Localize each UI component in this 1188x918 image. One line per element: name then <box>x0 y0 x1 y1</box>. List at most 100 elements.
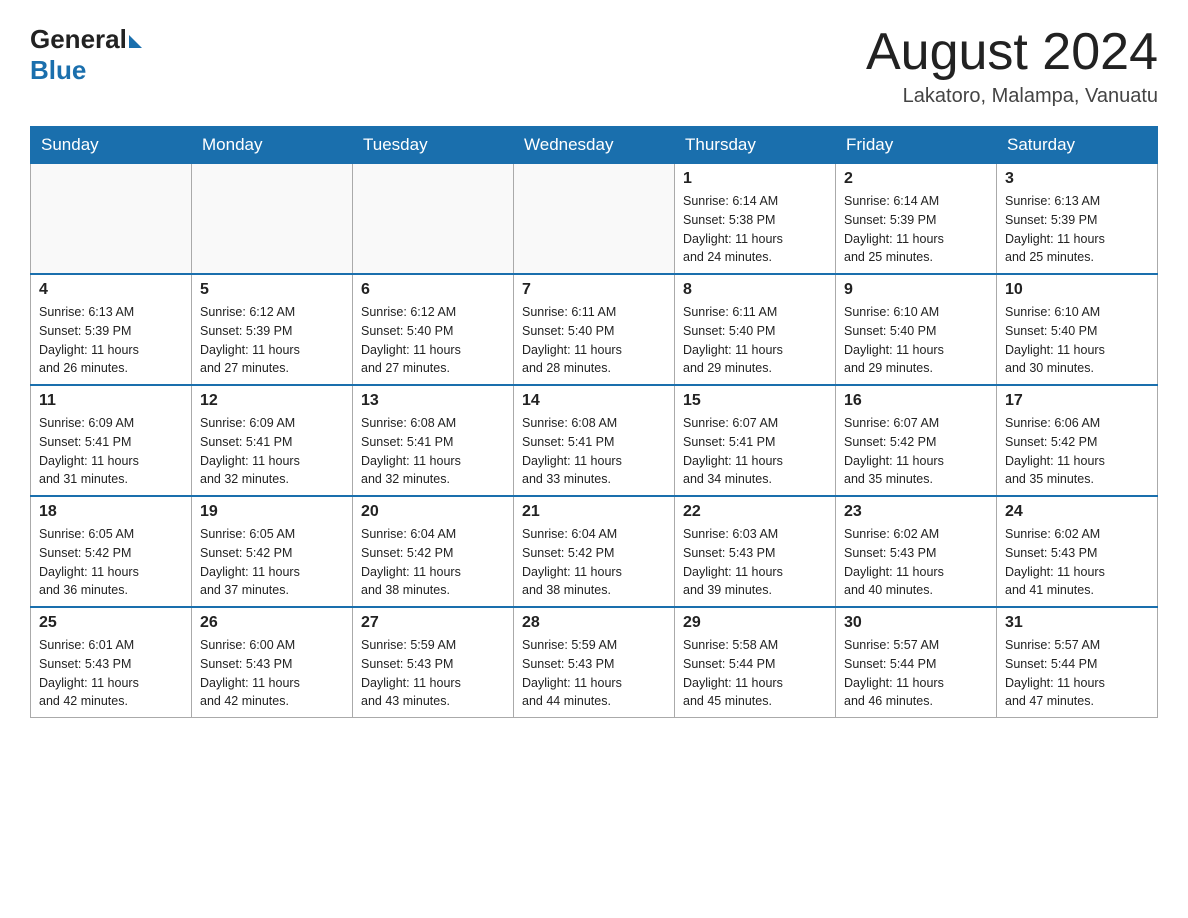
day-number: 30 <box>844 614 988 632</box>
day-number: 21 <box>522 503 666 521</box>
day-number: 7 <box>522 281 666 299</box>
day-number: 31 <box>1005 614 1149 632</box>
logo-general-text: General <box>30 24 127 55</box>
day-sun-info: Sunrise: 6:10 AM Sunset: 5:40 PM Dayligh… <box>844 303 988 378</box>
day-number: 16 <box>844 392 988 410</box>
logo-triangle-icon <box>129 35 142 48</box>
calendar-week-row: 11Sunrise: 6:09 AM Sunset: 5:41 PM Dayli… <box>31 385 1158 496</box>
month-year-title: August 2024 <box>866 24 1158 81</box>
day-number: 25 <box>39 614 183 632</box>
weekday-header-row: SundayMondayTuesdayWednesdayThursdayFrid… <box>31 127 1158 164</box>
day-number: 22 <box>683 503 827 521</box>
day-sun-info: Sunrise: 6:05 AM Sunset: 5:42 PM Dayligh… <box>200 525 344 600</box>
day-sun-info: Sunrise: 6:11 AM Sunset: 5:40 PM Dayligh… <box>522 303 666 378</box>
day-sun-info: Sunrise: 6:09 AM Sunset: 5:41 PM Dayligh… <box>200 414 344 489</box>
calendar-day-cell: 29 Sunrise: 5:58 AM Sunset: 5:44 PM Dayli… <box>675 607 836 718</box>
calendar-day-cell: 3Sunrise: 6:13 AM Sunset: 5:39 PM Daylig… <box>997 164 1158 275</box>
logo-blue-text: Blue <box>30 55 86 86</box>
location-subtitle: Lakatoro, Malampa, Vanuatu <box>866 85 1158 108</box>
day-number: 3 <box>1005 170 1149 188</box>
day-sun-info: Sunrise: 6:00 AM Sunset: 5:43 PM Dayligh… <box>200 636 344 711</box>
weekday-header-monday: Monday <box>192 127 353 164</box>
day-sun-info: Sunrise: 6:10 AM Sunset: 5:40 PM Dayligh… <box>1005 303 1149 378</box>
calendar-day-cell: 21 Sunrise: 6:04 AM Sunset: 5:42 PM Dayli… <box>514 496 675 607</box>
calendar-day-cell: 12 Sunrise: 6:09 AM Sunset: 5:41 PM Dayli… <box>192 385 353 496</box>
calendar-day-cell: 6Sunrise: 6:12 AM Sunset: 5:40 PM Daylig… <box>353 274 514 385</box>
calendar-day-cell: 9 Sunrise: 6:10 AM Sunset: 5:40 PM Daylig… <box>836 274 997 385</box>
day-sun-info: Sunrise: 6:01 AM Sunset: 5:43 PM Dayligh… <box>39 636 183 711</box>
calendar-day-cell: 4 Sunrise: 6:13 AM Sunset: 5:39 PM Daylig… <box>31 274 192 385</box>
day-sun-info: Sunrise: 6:06 AM Sunset: 5:42 PM Dayligh… <box>1005 414 1149 489</box>
day-number: 28 <box>522 614 666 632</box>
day-number: 2 <box>844 170 988 188</box>
calendar-day-cell: 30 Sunrise: 5:57 AM Sunset: 5:44 PM Dayli… <box>836 607 997 718</box>
calendar-day-cell: 1 Sunrise: 6:14 AM Sunset: 5:38 PM Daylig… <box>675 164 836 275</box>
calendar-day-cell: 23 Sunrise: 6:02 AM Sunset: 5:43 PM Dayli… <box>836 496 997 607</box>
logo-right: General Blue <box>30 24 142 86</box>
logo: General Blue <box>30 24 142 86</box>
calendar-week-row: 25 Sunrise: 6:01 AM Sunset: 5:43 PM Dayli… <box>31 607 1158 718</box>
day-number: 6 <box>361 281 505 299</box>
calendar-day-cell <box>192 164 353 275</box>
calendar-day-cell: 18 Sunrise: 6:05 AM Sunset: 5:42 PM Dayli… <box>31 496 192 607</box>
weekday-header-thursday: Thursday <box>675 127 836 164</box>
logo-top-row: General <box>30 24 142 55</box>
calendar-day-cell: 10 Sunrise: 6:10 AM Sunset: 5:40 PM Dayli… <box>997 274 1158 385</box>
day-sun-info: Sunrise: 6:08 AM Sunset: 5:41 PM Dayligh… <box>361 414 505 489</box>
calendar-week-row: 1 Sunrise: 6:14 AM Sunset: 5:38 PM Daylig… <box>31 164 1158 275</box>
day-sun-info: Sunrise: 6:02 AM Sunset: 5:43 PM Dayligh… <box>844 525 988 600</box>
day-sun-info: Sunrise: 5:58 AM Sunset: 5:44 PM Dayligh… <box>683 636 827 711</box>
day-number: 19 <box>200 503 344 521</box>
day-number: 23 <box>844 503 988 521</box>
day-sun-info: Sunrise: 6:02 AM Sunset: 5:43 PM Dayligh… <box>1005 525 1149 600</box>
weekday-header-friday: Friday <box>836 127 997 164</box>
day-sun-info: Sunrise: 5:57 AM Sunset: 5:44 PM Dayligh… <box>844 636 988 711</box>
calendar-day-cell: 11Sunrise: 6:09 AM Sunset: 5:41 PM Dayli… <box>31 385 192 496</box>
day-sun-info: Sunrise: 6:04 AM Sunset: 5:42 PM Dayligh… <box>522 525 666 600</box>
calendar-day-cell: 15 Sunrise: 6:07 AM Sunset: 5:41 PM Dayli… <box>675 385 836 496</box>
calendar-day-cell: 14Sunrise: 6:08 AM Sunset: 5:41 PM Dayli… <box>514 385 675 496</box>
day-sun-info: Sunrise: 6:03 AM Sunset: 5:43 PM Dayligh… <box>683 525 827 600</box>
calendar-day-cell: 24 Sunrise: 6:02 AM Sunset: 5:43 PM Dayli… <box>997 496 1158 607</box>
page-header: General Blue August 2024 Lakatoro, Malam… <box>30 24 1158 108</box>
calendar-day-cell: 22 Sunrise: 6:03 AM Sunset: 5:43 PM Dayli… <box>675 496 836 607</box>
day-number: 24 <box>1005 503 1149 521</box>
day-number: 26 <box>200 614 344 632</box>
day-number: 12 <box>200 392 344 410</box>
calendar-day-cell: 28Sunrise: 5:59 AM Sunset: 5:43 PM Dayli… <box>514 607 675 718</box>
day-sun-info: Sunrise: 6:07 AM Sunset: 5:41 PM Dayligh… <box>683 414 827 489</box>
day-number: 4 <box>39 281 183 299</box>
day-number: 13 <box>361 392 505 410</box>
calendar-day-cell: 20Sunrise: 6:04 AM Sunset: 5:42 PM Dayli… <box>353 496 514 607</box>
day-sun-info: Sunrise: 6:05 AM Sunset: 5:42 PM Dayligh… <box>39 525 183 600</box>
day-sun-info: Sunrise: 6:08 AM Sunset: 5:41 PM Dayligh… <box>522 414 666 489</box>
day-sun-info: Sunrise: 6:13 AM Sunset: 5:39 PM Dayligh… <box>39 303 183 378</box>
day-number: 9 <box>844 281 988 299</box>
day-number: 15 <box>683 392 827 410</box>
calendar-day-cell <box>353 164 514 275</box>
calendar-day-cell: 2 Sunrise: 6:14 AM Sunset: 5:39 PM Daylig… <box>836 164 997 275</box>
calendar-week-row: 4 Sunrise: 6:13 AM Sunset: 5:39 PM Daylig… <box>31 274 1158 385</box>
calendar-day-cell: 17 Sunrise: 6:06 AM Sunset: 5:42 PM Dayli… <box>997 385 1158 496</box>
title-section: August 2024 Lakatoro, Malampa, Vanuatu <box>866 24 1158 108</box>
day-sun-info: Sunrise: 6:14 AM Sunset: 5:38 PM Dayligh… <box>683 192 827 267</box>
day-number: 18 <box>39 503 183 521</box>
day-number: 17 <box>1005 392 1149 410</box>
calendar-table: SundayMondayTuesdayWednesdayThursdayFrid… <box>30 126 1158 718</box>
calendar-day-cell: 26 Sunrise: 6:00 AM Sunset: 5:43 PM Dayli… <box>192 607 353 718</box>
day-number: 10 <box>1005 281 1149 299</box>
calendar-day-cell: 5 Sunrise: 6:12 AM Sunset: 5:39 PM Daylig… <box>192 274 353 385</box>
day-sun-info: Sunrise: 6:11 AM Sunset: 5:40 PM Dayligh… <box>683 303 827 378</box>
calendar-day-cell: 27Sunrise: 5:59 AM Sunset: 5:43 PM Dayli… <box>353 607 514 718</box>
day-sun-info: Sunrise: 6:12 AM Sunset: 5:39 PM Dayligh… <box>200 303 344 378</box>
weekday-header-saturday: Saturday <box>997 127 1158 164</box>
day-sun-info: Sunrise: 6:14 AM Sunset: 5:39 PM Dayligh… <box>844 192 988 267</box>
calendar-day-cell <box>31 164 192 275</box>
calendar-day-cell: 13 Sunrise: 6:08 AM Sunset: 5:41 PM Dayli… <box>353 385 514 496</box>
day-number: 5 <box>200 281 344 299</box>
calendar-week-row: 18 Sunrise: 6:05 AM Sunset: 5:42 PM Dayli… <box>31 496 1158 607</box>
day-sun-info: Sunrise: 6:09 AM Sunset: 5:41 PM Dayligh… <box>39 414 183 489</box>
calendar-day-cell: 16Sunrise: 6:07 AM Sunset: 5:42 PM Dayli… <box>836 385 997 496</box>
day-number: 29 <box>683 614 827 632</box>
day-number: 1 <box>683 170 827 188</box>
